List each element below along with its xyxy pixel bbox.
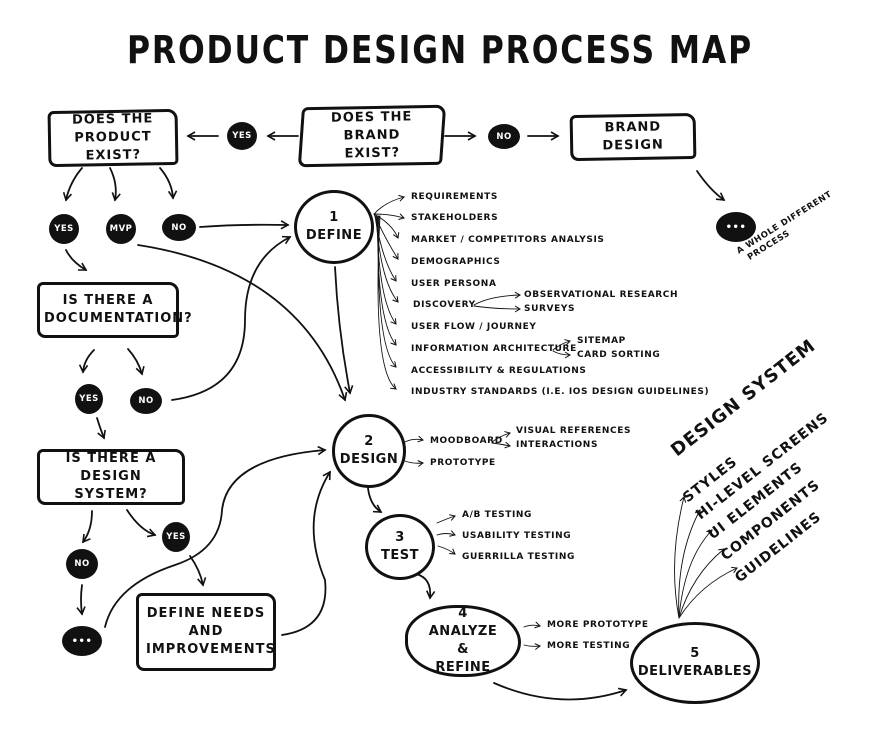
- stage-deliverables-number: 5: [690, 646, 700, 661]
- ellipsis-ds-no[interactable]: •••: [62, 626, 102, 656]
- badge-doc-yes[interactable]: YES: [75, 384, 103, 414]
- badge-product-no[interactable]: NO: [162, 214, 196, 241]
- arrow-define-to-design: [334, 266, 354, 395]
- badge-doc-no[interactable]: NO: [130, 388, 162, 414]
- stage-define[interactable]: 1 DEFINE: [294, 190, 374, 264]
- test-item: USABILITY TESTING: [462, 531, 572, 541]
- decision-product-exist[interactable]: DOES THE PRODUCT EXIST?: [47, 108, 179, 168]
- discovery-sub-item: OBSERVATIONAL RESEARCH: [524, 290, 679, 300]
- stage-test[interactable]: 3 TEST: [365, 514, 435, 580]
- discovery-sub-item: SURVEYS: [524, 304, 576, 314]
- badge-product-yes[interactable]: YES: [49, 214, 79, 244]
- stage-design[interactable]: 2 DESIGN: [332, 414, 406, 488]
- define-needs-box[interactable]: DEFINE NEEDS AND IMPROVEMENTS: [136, 593, 276, 671]
- define-item: STAKEHOLDERS: [411, 213, 499, 223]
- stage-test-number: 3: [395, 530, 405, 545]
- define-item: MARKET / COMPETITORS ANALYSIS: [411, 235, 605, 245]
- stage-analyze-label: ANALYZE & REFINE: [428, 624, 498, 675]
- analyze-item: MORE TESTING: [547, 641, 631, 651]
- arrow-design-to-test: [367, 487, 383, 513]
- ia-sub-item: SITEMAP: [577, 336, 626, 346]
- arrow-product-to-mvp: [109, 167, 121, 202]
- arrow-branddesign-to-ellipsis: [696, 170, 726, 201]
- brand-design-label: BRAND DESIGN: [602, 119, 664, 154]
- define-item: ACCESSIBILITY & REGULATIONS: [411, 366, 587, 376]
- badge-product-mvp[interactable]: MVP: [106, 214, 136, 244]
- arrow-ds-to-yes: [126, 509, 157, 538]
- define-item: REQUIREMENTS: [411, 192, 498, 202]
- define-item: DEMOGRAPHICS: [411, 257, 501, 267]
- define-item: USER PERSONA: [411, 279, 497, 289]
- brand-design-box[interactable]: BRAND DESIGN: [569, 112, 697, 162]
- stage-define-number: 1: [329, 210, 339, 225]
- define-item: DISCOVERY: [413, 300, 476, 310]
- arrow-dsno-to-ellipsis: [76, 584, 86, 616]
- test-item: GUERRILLA TESTING: [462, 552, 575, 562]
- stage-analyze-number: 4: [458, 606, 468, 621]
- stage-test-label: TEST: [381, 548, 419, 563]
- arrow-dsyes-to-defineneeds: [189, 555, 207, 587]
- decision-brand-exist[interactable]: DOES THE BRAND EXIST?: [297, 104, 447, 168]
- stage-design-number: 2: [364, 434, 374, 449]
- page-title: PRODUCT DESIGN PROCESS MAP: [127, 28, 753, 72]
- arrow-ds-to-no: [82, 510, 93, 544]
- badge-brand-no[interactable]: NO: [488, 124, 520, 149]
- decision-design-system[interactable]: IS THERE A DESIGN SYSTEM?: [37, 449, 185, 505]
- decision-product-exist-label: DOES THE PRODUCT EXIST?: [71, 111, 154, 164]
- arrow-yes-to-documentation: [65, 249, 88, 271]
- arrow-product-to-no: [159, 167, 178, 200]
- test-item: A/B TESTING: [462, 510, 533, 520]
- arrow-analyze-to-deliverables: [493, 682, 628, 701]
- stage-analyze-refine[interactable]: 4 ANALYZE & REFINE: [405, 605, 521, 677]
- badge-ds-no[interactable]: NO: [66, 549, 98, 579]
- decision-brand-exist-label: DOES THE BRAND EXIST?: [330, 109, 413, 162]
- arrow-defineneeds-to-design: [281, 470, 331, 636]
- decision-design-system-label: IS THERE A DESIGN SYSTEM?: [65, 451, 157, 502]
- define-item: USER FLOW / JOURNEY: [411, 322, 537, 332]
- decision-documentation-label: IS THERE A DOCUMENTATION?: [44, 293, 193, 326]
- arrow-test-to-analyze: [415, 573, 436, 600]
- stage-define-label: DEFINE: [305, 228, 363, 243]
- arrow-docyes-to-designsystem: [96, 417, 106, 440]
- moodboard-sub-item: VISUAL REFERENCES: [516, 426, 632, 436]
- analyze-item: MORE PROTOTYPE: [547, 620, 649, 630]
- decision-documentation[interactable]: IS THERE A DOCUMENTATION?: [37, 282, 193, 338]
- ia-sub-item: CARD SORTING: [577, 350, 661, 360]
- badge-ds-yes[interactable]: YES: [162, 522, 190, 552]
- arrow-product-to-yes: [62, 167, 83, 202]
- define-needs-label: DEFINE NEEDS AND IMPROVEMENTS: [146, 606, 276, 657]
- arrow-doc-to-yes: [78, 349, 95, 374]
- stage-deliverables-label: DELIVERABLES: [637, 664, 753, 679]
- design-item: PROTOTYPE: [430, 458, 496, 468]
- arrow-doc-to-no: [127, 348, 145, 376]
- stage-design-label: DESIGN: [339, 452, 399, 467]
- design-item: MOODBOARD: [430, 436, 503, 446]
- moodboard-sub-item: INTERACTIONS: [516, 440, 599, 450]
- define-item: INDUSTRY STANDARDS (I.E. IOS DESIGN GUID…: [411, 387, 710, 397]
- stage-deliverables[interactable]: 5 DELIVERABLES: [630, 622, 760, 704]
- arrow-no-to-define: [199, 220, 290, 230]
- badge-brand-yes[interactable]: YES: [227, 122, 257, 150]
- define-item: INFORMATION ARCHITECTURE: [411, 344, 577, 354]
